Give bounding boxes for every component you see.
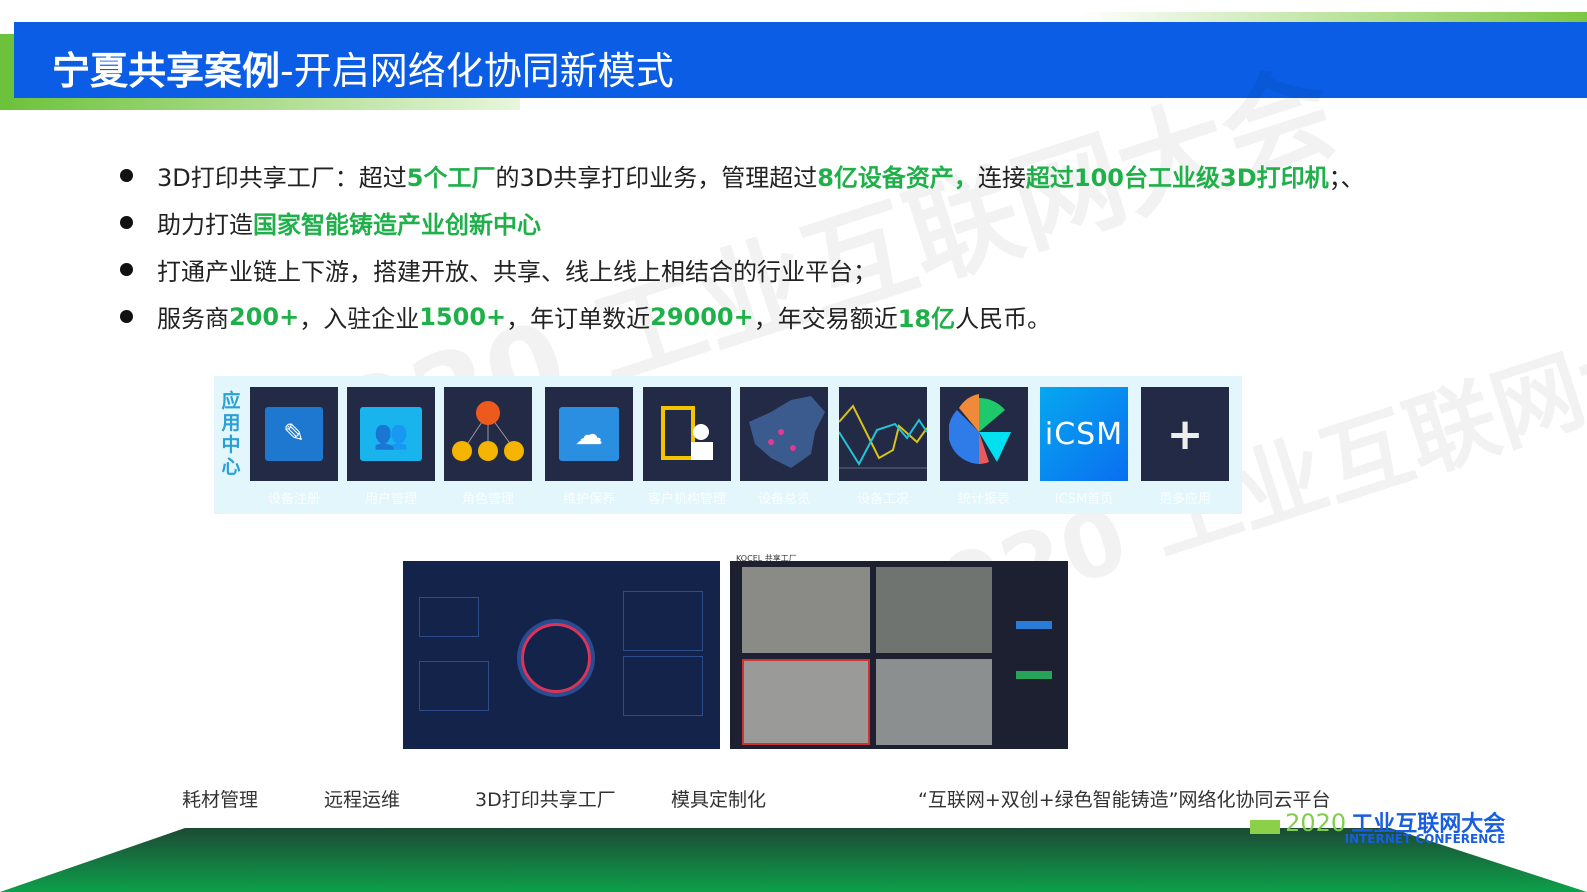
bullet-text: 助力打造	[157, 211, 253, 239]
app-tile-label: 客户机构管理	[647, 492, 726, 507]
bullet-text: 3D打印共享工厂：超过	[157, 164, 407, 192]
bullet-item: 服务商 200+ ，入驻企业 1500+ ，年订单数近 29000+ ，年交易额近 18亿 人民…	[120, 293, 1365, 340]
app-tile-label: 角色管理	[461, 492, 514, 507]
highlight-text: 29000+	[650, 302, 754, 331]
bullet-item: 助力打造 国家智能铸造产业创新中心	[120, 199, 1365, 246]
top-accent-line	[1080, 12, 1587, 22]
app-tile-1[interactable]: ✎	[250, 387, 338, 481]
bullet-text: 的3D共享打印业务，管理超过	[495, 164, 818, 192]
bullet-dot	[120, 216, 133, 229]
bullet-item: 3D打印共享工厂：超过 5个工厂 的3D共享打印业务，管理超过 8亿设备资产， 连接 超过…	[120, 152, 1365, 199]
users-folder-icon: 👥	[360, 407, 422, 461]
caption: 耗材管理	[182, 789, 259, 811]
bullet-text: 连接	[977, 164, 1026, 192]
bullet-dot	[120, 169, 133, 182]
app-tile-2[interactable]: 👥	[347, 387, 435, 481]
china-map-icon	[741, 392, 827, 476]
bullet-text: ，年订单数近	[506, 305, 651, 333]
bullet-text: ，年交易额近	[753, 305, 898, 333]
app-tile-10[interactable]: +	[1141, 387, 1229, 481]
app-tile-label: 更多应用	[1158, 492, 1211, 507]
factory-monitor-screenshot: KOCEL 共享工厂	[730, 554, 1068, 749]
highlight-text: 超过100台工业级3D打印机	[1025, 164, 1329, 192]
line-chart-icon	[838, 392, 928, 476]
highlight-text: 18亿	[897, 305, 956, 333]
app-tile-label: 设备工况	[856, 492, 909, 507]
building-person-icon	[657, 402, 717, 466]
highlight-text: 国家智能铸造产业创新中心	[253, 211, 541, 239]
app-tile-5[interactable]	[643, 387, 731, 481]
bullet-text: ，入驻企业	[299, 305, 420, 333]
plus-text: +	[1166, 408, 1204, 460]
org-chart-icon	[448, 397, 528, 471]
app-tile-9[interactable]: iCSM	[1040, 387, 1128, 481]
cloud-gear-icon: ☁	[559, 407, 619, 461]
icsm-text: iCSM	[1044, 416, 1124, 452]
bullet-item: 打通产业链上下游，搭建开放、共享、线上线上相结合的行业平台；	[120, 246, 1365, 293]
logo-year: 2020	[1285, 809, 1347, 837]
app-center-label: 应用中心	[221, 390, 241, 478]
brand-label: KOCEL 共享工厂	[736, 554, 797, 563]
caption: 模具定制化	[671, 789, 767, 811]
app-tile-label: 统计报表	[957, 492, 1010, 507]
bullet-dot	[120, 310, 133, 323]
bullet-text: 打通产业链上下游，搭建开放、共享、线上线上相结合的行业平台；	[157, 258, 877, 286]
header-underline	[0, 98, 520, 110]
app-tile-label: 设备总览	[757, 492, 810, 507]
highlight-text: 8亿设备资产，	[817, 164, 978, 192]
app-tile-8[interactable]	[940, 387, 1028, 481]
caption: 3D打印共享工厂	[475, 789, 616, 811]
page-title: 宁夏共享案例-开启网络化协同新模式	[52, 40, 674, 95]
bullet-text: 服务商	[157, 305, 229, 333]
header-accent	[0, 34, 14, 108]
highlight-text: 5个工厂	[406, 164, 496, 192]
bullet-text: 人民币。	[955, 305, 1052, 333]
dashboard-screenshot	[403, 561, 720, 749]
plus-icon: +	[1167, 409, 1204, 460]
conference-logo: 2020 工业互联网大会 INTERNET CONFERENCE	[1250, 806, 1505, 846]
icsm-logo-icon: iCSM	[1045, 417, 1123, 452]
logo-en: INTERNET CONFERENCE	[1344, 832, 1506, 846]
app-tile-4[interactable]: ☁	[545, 387, 633, 481]
edit-monitor-icon: ✎	[265, 407, 323, 461]
title-rest: -开启网络化协同新模式	[280, 49, 674, 93]
app-tile-label: ICSM首页	[1054, 492, 1114, 507]
bullet-dot	[120, 263, 133, 276]
title-bold: 宁夏共享案例	[52, 49, 281, 93]
pie-chart-icon	[948, 392, 1019, 476]
app-tile-6[interactable]	[740, 387, 828, 481]
caption: 远程运维	[324, 789, 401, 811]
highlight-text: 1500+	[419, 302, 507, 331]
app-tile-label: 设备注册	[267, 492, 320, 507]
app-tile-label: 维护保养	[562, 492, 615, 507]
bullet-text: ；、	[1328, 164, 1365, 192]
app-tile-label: 用户管理	[364, 492, 417, 507]
app-tile-7[interactable]	[838, 387, 928, 481]
highlight-text: 200+	[229, 302, 300, 331]
bullet-list: 3D打印共享工厂：超过 5个工厂 的3D共享打印业务，管理超过 8亿设备资产， 连接 超过…	[120, 152, 1365, 340]
app-tile-3[interactable]	[444, 387, 532, 481]
